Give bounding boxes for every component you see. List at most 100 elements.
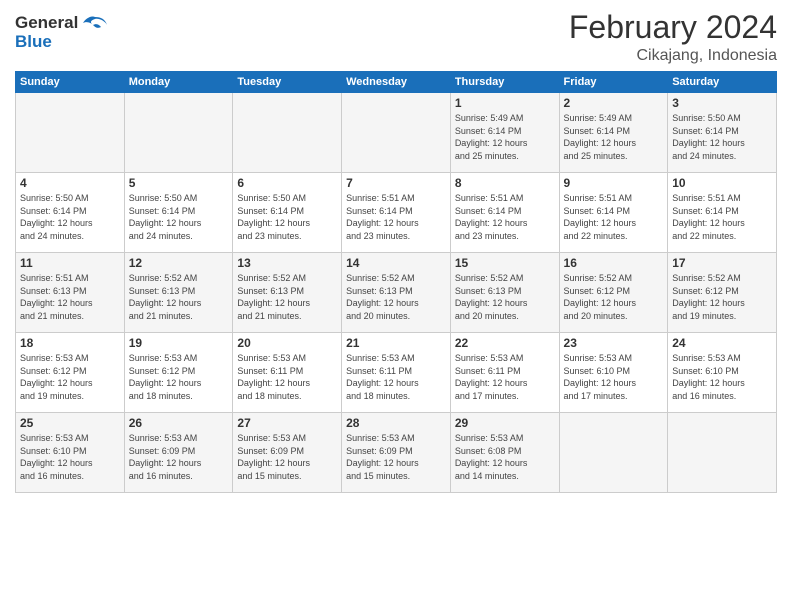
day-number: 16 [564,256,664,270]
calendar-week-row: 4 Sunrise: 5:50 AMSunset: 6:14 PMDaylight… [16,173,777,253]
day-info: Sunrise: 5:52 AMSunset: 6:12 PMDaylight:… [672,272,772,322]
calendar-cell [233,93,342,173]
calendar-cell: 26 Sunrise: 5:53 AMSunset: 6:09 PMDayligh… [124,413,233,493]
day-number: 4 [20,176,120,190]
day-info: Sunrise: 5:52 AMSunset: 6:12 PMDaylight:… [564,272,664,322]
calendar-cell: 16 Sunrise: 5:52 AMSunset: 6:12 PMDayligh… [559,253,668,333]
calendar-cell: 23 Sunrise: 5:53 AMSunset: 6:10 PMDayligh… [559,333,668,413]
day-info: Sunrise: 5:52 AMSunset: 6:13 PMDaylight:… [237,272,337,322]
calendar-week-row: 25 Sunrise: 5:53 AMSunset: 6:10 PMDayligh… [16,413,777,493]
day-info: Sunrise: 5:53 AMSunset: 6:12 PMDaylight:… [129,352,229,402]
day-info: Sunrise: 5:50 AMSunset: 6:14 PMDaylight:… [672,112,772,162]
header: General Blue February 2024 Cikajang, Ind… [15,10,777,65]
day-info: Sunrise: 5:49 AMSunset: 6:14 PMDaylight:… [455,112,555,162]
day-number: 9 [564,176,664,190]
day-info: Sunrise: 5:51 AMSunset: 6:14 PMDaylight:… [564,192,664,242]
day-number: 3 [672,96,772,110]
day-number: 13 [237,256,337,270]
calendar-cell: 28 Sunrise: 5:53 AMSunset: 6:09 PMDayligh… [342,413,451,493]
day-info: Sunrise: 5:53 AMSunset: 6:09 PMDaylight:… [129,432,229,482]
day-number: 18 [20,336,120,350]
day-info: Sunrise: 5:53 AMSunset: 6:09 PMDaylight:… [237,432,337,482]
calendar-day-header: Friday [559,72,668,93]
main-title: February 2024 [569,10,777,45]
day-info: Sunrise: 5:52 AMSunset: 6:13 PMDaylight:… [346,272,446,322]
calendar-cell: 22Sunrise: 5:53 AMSunset: 6:11 PMDayligh… [450,333,559,413]
calendar-cell: 4 Sunrise: 5:50 AMSunset: 6:14 PMDaylight… [16,173,125,253]
calendar-day-header: Wednesday [342,72,451,93]
day-number: 11 [20,256,120,270]
calendar-cell [16,93,125,173]
day-info: Sunrise: 5:53 AMSunset: 6:08 PMDaylight:… [455,432,555,482]
day-number: 1 [455,96,555,110]
day-info: Sunrise: 5:51 AMSunset: 6:14 PMDaylight:… [346,192,446,242]
calendar-cell: 8Sunrise: 5:51 AMSunset: 6:14 PMDaylight… [450,173,559,253]
calendar-cell: 13 Sunrise: 5:52 AMSunset: 6:13 PMDayligh… [233,253,342,333]
logo-line1: General [15,14,78,33]
day-number: 2 [564,96,664,110]
calendar-cell: 11 Sunrise: 5:51 AMSunset: 6:13 PMDayligh… [16,253,125,333]
calendar-cell: 12Sunrise: 5:52 AMSunset: 6:13 PMDayligh… [124,253,233,333]
calendar-week-row: 18 Sunrise: 5:53 AMSunset: 6:12 PMDayligh… [16,333,777,413]
calendar-cell: 7 Sunrise: 5:51 AMSunset: 6:14 PMDaylight… [342,173,451,253]
calendar-week-row: 11 Sunrise: 5:51 AMSunset: 6:13 PMDayligh… [16,253,777,333]
calendar-table: SundayMondayTuesdayWednesdayThursdayFrid… [15,71,777,493]
calendar-cell: 24Sunrise: 5:53 AMSunset: 6:10 PMDayligh… [668,333,777,413]
day-info: Sunrise: 5:53 AMSunset: 6:10 PMDaylight:… [20,432,120,482]
day-number: 8 [455,176,555,190]
calendar-header-row: SundayMondayTuesdayWednesdayThursdayFrid… [16,72,777,93]
day-number: 20 [237,336,337,350]
calendar-day-header: Saturday [668,72,777,93]
calendar-cell: 17Sunrise: 5:52 AMSunset: 6:12 PMDayligh… [668,253,777,333]
day-number: 21 [346,336,446,350]
calendar-cell [124,93,233,173]
day-number: 25 [20,416,120,430]
calendar-week-row: 1 Sunrise: 5:49 AMSunset: 6:14 PMDaylight… [16,93,777,173]
day-info: Sunrise: 5:51 AMSunset: 6:13 PMDaylight:… [20,272,120,322]
day-info: Sunrise: 5:50 AMSunset: 6:14 PMDaylight:… [129,192,229,242]
day-number: 29 [455,416,555,430]
calendar-day-header: Monday [124,72,233,93]
calendar-cell: 18Sunrise: 5:53 AMSunset: 6:12 PMDayligh… [16,333,125,413]
day-number: 6 [237,176,337,190]
day-info: Sunrise: 5:51 AMSunset: 6:14 PMDaylight:… [672,192,772,242]
day-number: 22 [455,336,555,350]
calendar-cell: 9 Sunrise: 5:51 AMSunset: 6:14 PMDaylight… [559,173,668,253]
logo-bird-icon [81,15,109,42]
calendar-cell: 1 Sunrise: 5:49 AMSunset: 6:14 PMDaylight… [450,93,559,173]
calendar-cell: 15 Sunrise: 5:52 AMSunset: 6:13 PMDayligh… [450,253,559,333]
day-info: Sunrise: 5:53 AMSunset: 6:10 PMDaylight:… [564,352,664,402]
calendar-day-header: Sunday [16,72,125,93]
calendar-cell: 27Sunrise: 5:53 AMSunset: 6:09 PMDayligh… [233,413,342,493]
calendar-cell: 21 Sunrise: 5:53 AMSunset: 6:11 PMDayligh… [342,333,451,413]
calendar-cell: 29 Sunrise: 5:53 AMSunset: 6:08 PMDayligh… [450,413,559,493]
day-number: 23 [564,336,664,350]
day-info: Sunrise: 5:53 AMSunset: 6:10 PMDaylight:… [672,352,772,402]
calendar-cell: 25 Sunrise: 5:53 AMSunset: 6:10 PMDayligh… [16,413,125,493]
day-number: 26 [129,416,229,430]
day-number: 7 [346,176,446,190]
day-number: 5 [129,176,229,190]
day-number: 12 [129,256,229,270]
day-info: Sunrise: 5:49 AMSunset: 6:14 PMDaylight:… [564,112,664,162]
calendar-cell: 5 Sunrise: 5:50 AMSunset: 6:14 PMDaylight… [124,173,233,253]
calendar-cell: 3 Sunrise: 5:50 AMSunset: 6:14 PMDaylight… [668,93,777,173]
calendar-cell: 6Sunrise: 5:50 AMSunset: 6:14 PMDaylight… [233,173,342,253]
calendar-cell [559,413,668,493]
page-container: General Blue February 2024 Cikajang, Ind… [0,0,792,612]
calendar-cell: 20 Sunrise: 5:53 AMSunset: 6:11 PMDayligh… [233,333,342,413]
day-number: 28 [346,416,446,430]
title-section: February 2024 Cikajang, Indonesia [569,10,777,65]
day-number: 19 [129,336,229,350]
day-info: Sunrise: 5:52 AMSunset: 6:13 PMDaylight:… [455,272,555,322]
day-info: Sunrise: 5:53 AMSunset: 6:11 PMDaylight:… [346,352,446,402]
calendar-cell: 10Sunrise: 5:51 AMSunset: 6:14 PMDayligh… [668,173,777,253]
calendar-cell: 14Sunrise: 5:52 AMSunset: 6:13 PMDayligh… [342,253,451,333]
day-number: 15 [455,256,555,270]
calendar-cell: 19 Sunrise: 5:53 AMSunset: 6:12 PMDayligh… [124,333,233,413]
day-info: Sunrise: 5:53 AMSunset: 6:11 PMDaylight:… [237,352,337,402]
day-info: Sunrise: 5:53 AMSunset: 6:09 PMDaylight:… [346,432,446,482]
day-info: Sunrise: 5:50 AMSunset: 6:14 PMDaylight:… [20,192,120,242]
calendar-day-header: Tuesday [233,72,342,93]
logo: General Blue [15,14,109,51]
